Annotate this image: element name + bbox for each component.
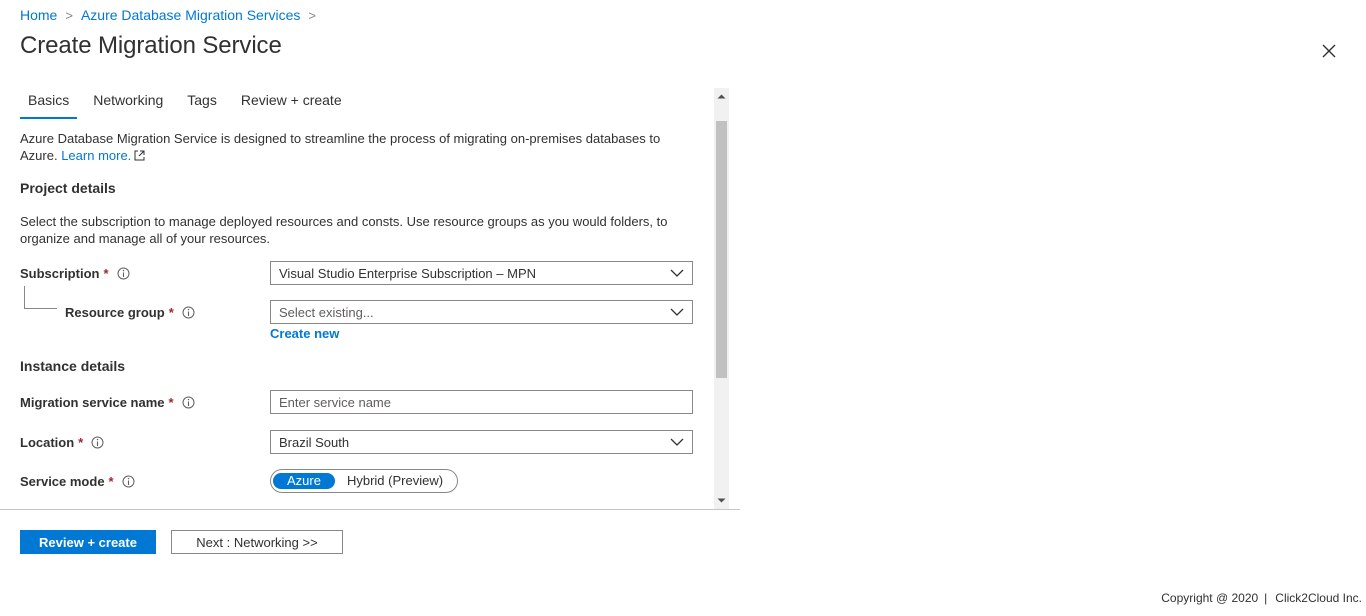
close-icon <box>1322 44 1336 58</box>
footer-divider <box>0 509 740 510</box>
subscription-label-text: Subscription <box>20 266 100 281</box>
tab-tags[interactable]: Tags <box>179 92 225 116</box>
resource-group-label-text: Resource group <box>65 305 165 320</box>
company-name: Click2Cloud Inc. <box>1275 591 1362 605</box>
tree-connector <box>24 286 57 309</box>
tab-networking[interactable]: Networking <box>85 92 171 116</box>
info-icon[interactable] <box>182 396 195 409</box>
scroll-up-arrow[interactable] <box>714 89 729 104</box>
project-details-description: Select the subscription to manage deploy… <box>20 214 668 246</box>
intro-text: Azure Database Migration Service is desi… <box>20 130 680 164</box>
migration-service-name-field[interactable] <box>270 390 693 414</box>
vertical-scrollbar[interactable] <box>714 88 729 509</box>
location-dropdown[interactable]: Brazil South <box>270 430 693 454</box>
instance-details-heading: Instance details <box>20 358 126 374</box>
close-button[interactable] <box>1318 40 1340 62</box>
review-create-button[interactable]: Review + create <box>20 530 156 554</box>
breadcrumb-home-link[interactable]: Home <box>20 7 57 23</box>
info-icon[interactable] <box>182 306 195 319</box>
subscription-label: Subscription * <box>20 266 130 281</box>
chevron-down-icon <box>662 438 692 446</box>
copyright-text: Copyright @ 2020 <box>1161 591 1259 605</box>
required-marker: * <box>168 395 174 410</box>
required-marker: * <box>78 435 84 450</box>
scrollbar-thumb[interactable] <box>716 121 727 378</box>
chevron-down-icon <box>662 308 692 316</box>
required-marker: * <box>103 266 109 281</box>
service-mode-azure-option[interactable]: Azure <box>273 473 335 489</box>
create-new-resource-group-link[interactable]: Create new <box>270 326 339 341</box>
resource-group-placeholder: Select existing... <box>279 304 374 320</box>
breadcrumb: Home > Azure Database Migration Services… <box>20 7 324 23</box>
copyright-footer: Copyright @ 2020 | Click2Cloud Inc. <box>1161 591 1362 605</box>
scroll-down-arrow[interactable] <box>714 493 729 508</box>
breadcrumb-dms-link[interactable]: Azure Database Migration Services <box>81 7 300 23</box>
service-mode-label-text: Service mode <box>20 474 105 489</box>
footer-separator: | <box>1264 591 1268 605</box>
location-label: Location * <box>20 435 104 450</box>
form-content: Basics Networking Tags Review + create A… <box>0 88 710 509</box>
project-details-heading: Project details <box>20 180 116 196</box>
migration-service-name-input[interactable] <box>271 392 692 412</box>
location-label-text: Location <box>20 435 75 450</box>
resource-group-label: Resource group * <box>65 305 195 320</box>
info-icon[interactable] <box>91 436 104 449</box>
breadcrumb-separator: > <box>308 7 316 23</box>
next-networking-button[interactable]: Next : Networking >> <box>171 530 343 554</box>
service-mode-toggle: Azure Hybrid (Preview) <box>270 469 459 493</box>
subscription-value: Visual Studio Enterprise Subscription – … <box>279 265 536 281</box>
breadcrumb-separator: > <box>65 7 73 23</box>
page-title: Create Migration Service <box>20 32 282 59</box>
resource-group-dropdown[interactable]: Select existing... <box>270 300 693 324</box>
form-panel: Basics Networking Tags Review + create A… <box>0 88 740 509</box>
migration-service-name-label-text: Migration service name <box>20 395 165 410</box>
tab-basics[interactable]: Basics <box>20 92 78 119</box>
service-mode-hybrid-option[interactable]: Hybrid (Preview) <box>335 473 455 489</box>
chevron-down-icon <box>662 269 692 277</box>
subscription-dropdown[interactable]: Visual Studio Enterprise Subscription – … <box>270 261 693 285</box>
info-icon[interactable] <box>117 267 130 280</box>
external-link-icon[interactable] <box>134 150 145 161</box>
learn-more-link[interactable]: Learn more. <box>61 148 131 163</box>
migration-service-name-label: Migration service name * <box>20 395 195 410</box>
info-icon[interactable] <box>122 475 135 488</box>
service-mode-label: Service mode * <box>20 474 135 489</box>
tab-review-create[interactable]: Review + create <box>233 92 350 116</box>
location-value: Brazil South <box>279 434 350 450</box>
required-marker: * <box>108 474 114 489</box>
tab-list: Basics Networking Tags Review + create <box>20 92 358 119</box>
required-marker: * <box>168 305 174 320</box>
